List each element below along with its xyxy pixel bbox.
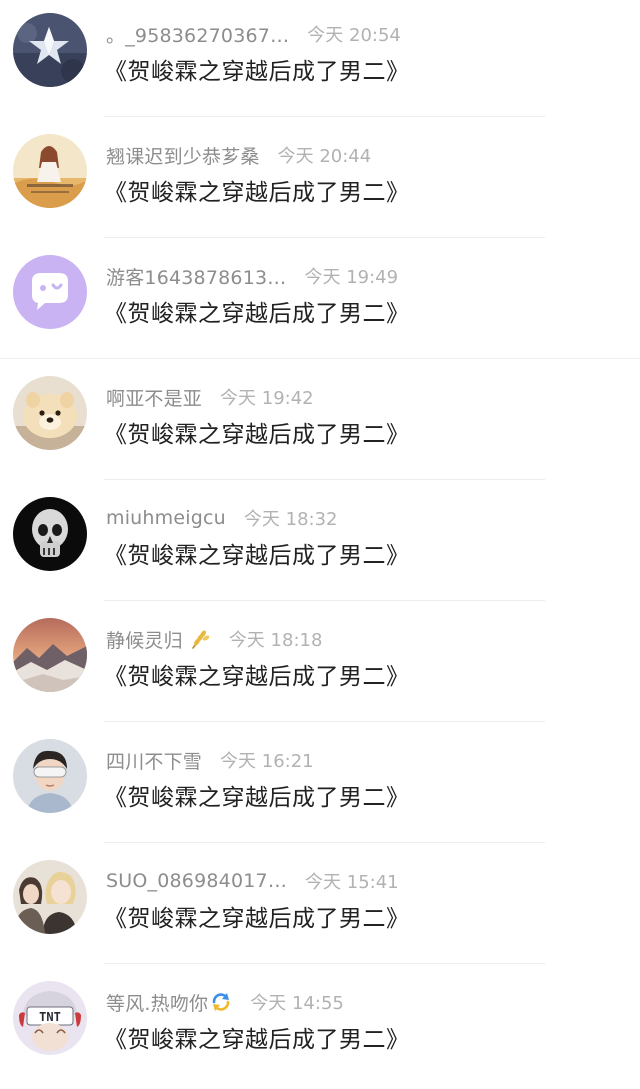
divider <box>104 842 545 843</box>
comment-item[interactable]: miuhmeigcu 今天 18:32 《贺峻霖之穿越后成了男二》 <box>0 484 640 605</box>
username[interactable]: miuhmeigcu <box>106 507 226 529</box>
username[interactable]: 四川不下雪 <box>106 747 202 774</box>
comment-item[interactable]: 。_95836270367… 今天 20:54 《贺峻霖之穿越后成了男二》 <box>0 0 640 121</box>
comment-item[interactable]: TNT 等风.热吻你 今天 14:55 《贺峻霖之穿越后成了男二》 <box>0 968 640 1089</box>
comment-text: 《贺峻霖之穿越后成了男二》 <box>104 301 410 327</box>
timestamp: 今天 18:32 <box>243 509 338 530</box>
timestamp: 今天 14:55 <box>250 993 344 1014</box>
timestamp: 今天 19:49 <box>304 267 399 288</box>
comment-item[interactable]: 啊亚不是亚 今天 19:42 《贺峻霖之穿越后成了男二》 <box>0 363 640 484</box>
username[interactable]: 游客1643878613… <box>106 263 286 290</box>
anime-couple-avatar-icon[interactable] <box>13 860 87 934</box>
username[interactable]: SUO_086984017… <box>106 870 287 892</box>
comment-item[interactable]: SUO_086984017… 今天 15:41 《贺峻霖之穿越后成了男二》 <box>0 847 640 968</box>
comment-list: 。_95836270367… 今天 20:54 《贺峻霖之穿越后成了男二》 翘课… <box>0 0 640 1089</box>
username[interactable]: 等风.热吻你 <box>106 989 208 1016</box>
comment-meta: 游客1643878613… 今天 19:49 <box>106 263 398 289</box>
divider <box>104 237 545 238</box>
timestamp: 今天 18:18 <box>228 630 323 651</box>
comment-text: 《贺峻霖之穿越后成了男二》 <box>104 543 410 569</box>
paper-star-avatar-icon[interactable] <box>13 13 87 87</box>
comment-meta: 啊亚不是亚 今天 19:42 <box>106 384 314 410</box>
chat-bubble-avatar-icon[interactable] <box>13 255 87 329</box>
comment-meta: 翘课迟到少恭芗桑 今天 20:44 <box>106 142 371 168</box>
comment-meta: miuhmeigcu 今天 18:32 <box>106 505 338 531</box>
comment-meta: SUO_086984017… 今天 15:41 <box>106 868 399 894</box>
comment-text: 《贺峻霖之穿越后成了男二》 <box>104 1027 410 1053</box>
girl-field-avatar-icon[interactable] <box>13 134 87 208</box>
comment-item[interactable]: 四川不下雪 今天 16:21 《贺峻霖之穿越后成了男二》 <box>0 726 640 847</box>
divider <box>104 479 545 480</box>
username[interactable]: 静候灵归 <box>106 626 183 653</box>
username[interactable]: 翘课迟到少恭芗桑 <box>106 142 260 169</box>
divider <box>0 358 640 359</box>
comment-meta: 四川不下雪 今天 16:21 <box>106 747 314 773</box>
tnt-cap-avatar-icon[interactable]: TNT <box>13 981 87 1055</box>
mountain-sunset-avatar-icon[interactable] <box>13 618 87 692</box>
boy-eye-mask-avatar-icon[interactable] <box>13 739 87 813</box>
timestamp: 今天 16:21 <box>220 751 314 772</box>
divider <box>104 600 545 601</box>
comment-item[interactable]: 游客1643878613… 今天 19:49 《贺峻霖之穿越后成了男二》 <box>0 242 640 363</box>
timestamp: 今天 20:54 <box>307 25 401 46</box>
comment-text: 《贺峻霖之穿越后成了男二》 <box>104 422 410 448</box>
comment-item[interactable]: 静候灵归 今天 18:18 《贺峻霖之穿越后成了男二》 <box>0 605 640 726</box>
comment-meta: 等风.热吻你 今天 14:55 <box>106 989 344 1015</box>
divider <box>104 116 545 117</box>
username[interactable]: 啊亚不是亚 <box>106 384 202 411</box>
comment-text: 《贺峻霖之穿越后成了男二》 <box>104 785 410 811</box>
svg-text:TNT: TNT <box>39 1010 61 1024</box>
timestamp: 今天 15:41 <box>305 872 399 893</box>
timestamp: 今天 19:42 <box>220 388 314 409</box>
comment-text: 《贺峻霖之穿越后成了男二》 <box>104 906 410 932</box>
comment-text: 《贺峻霖之穿越后成了男二》 <box>104 664 410 690</box>
username[interactable]: 。_95836270367… <box>106 21 289 48</box>
comment-item[interactable]: 翘课迟到少恭芗桑 今天 20:44 《贺峻霖之穿越后成了男二》 <box>0 121 640 242</box>
skull-avatar-icon[interactable] <box>13 497 87 571</box>
comment-text: 《贺峻霖之穿越后成了男二》 <box>104 180 410 206</box>
pomeranian-dog-avatar-icon[interactable] <box>13 376 87 450</box>
comment-text: 《贺峻霖之穿越后成了男二》 <box>104 59 410 85</box>
divider <box>104 721 545 722</box>
comment-meta: 静候灵归 今天 18:18 <box>106 626 322 652</box>
comment-meta: 。_95836270367… 今天 20:54 <box>106 21 401 47</box>
wheat-badge-icon <box>189 628 211 650</box>
divider <box>104 963 545 964</box>
refresh-badge-icon <box>210 991 232 1013</box>
timestamp: 今天 20:44 <box>277 146 372 167</box>
